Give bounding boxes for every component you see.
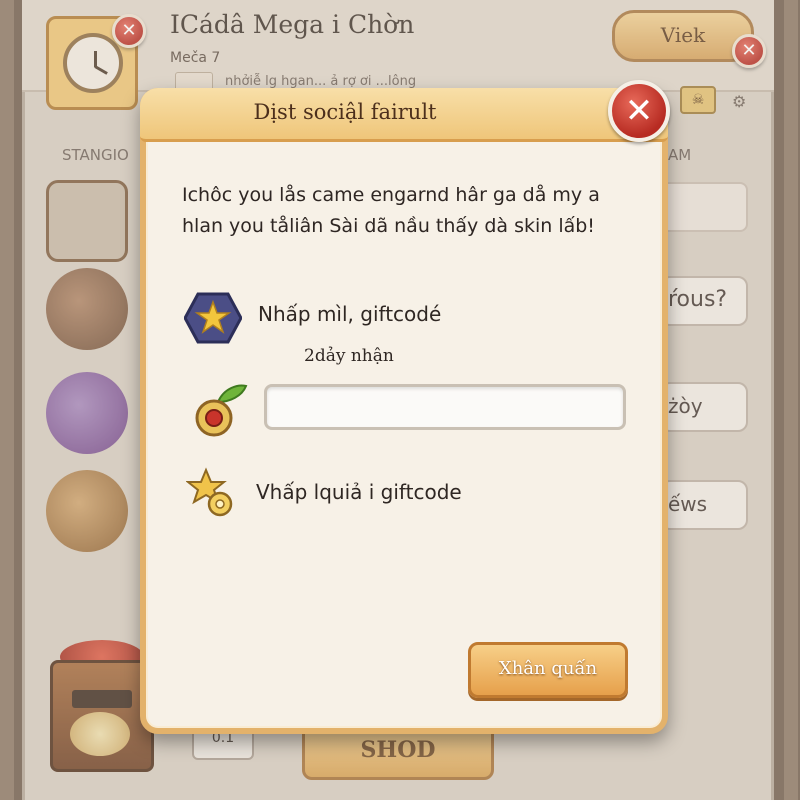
confirm-button[interactable]: Xhân quấn	[468, 642, 628, 698]
row3-label: Vhấp lquiả i giftcode	[256, 480, 462, 504]
close-icon[interactable]: ✕	[608, 80, 670, 142]
gift-icon	[185, 466, 238, 518]
dialog-title: Dịst sociậl fairult	[253, 100, 437, 124]
giftcode-dialog: Dịst sociậl fairult ✕ Ichôc you lås came…	[140, 80, 670, 734]
game-screen: ✕ ICádâ Mega i Chờn Meča 7 nhởiễ lg hgan…	[0, 0, 800, 800]
dialog-message: Ichôc you lås came engarnd hâr ga då my …	[182, 184, 600, 237]
row1-label: Nhấp mìl, giftcodé	[258, 302, 442, 326]
fruit-icon	[190, 380, 250, 440]
giftcode-input[interactable]	[264, 384, 626, 430]
code-hint-label: 2dảy nhận	[304, 346, 394, 366]
star-badge-icon	[183, 292, 243, 344]
dialog-header: Dịst sociậl fairult	[140, 88, 668, 142]
